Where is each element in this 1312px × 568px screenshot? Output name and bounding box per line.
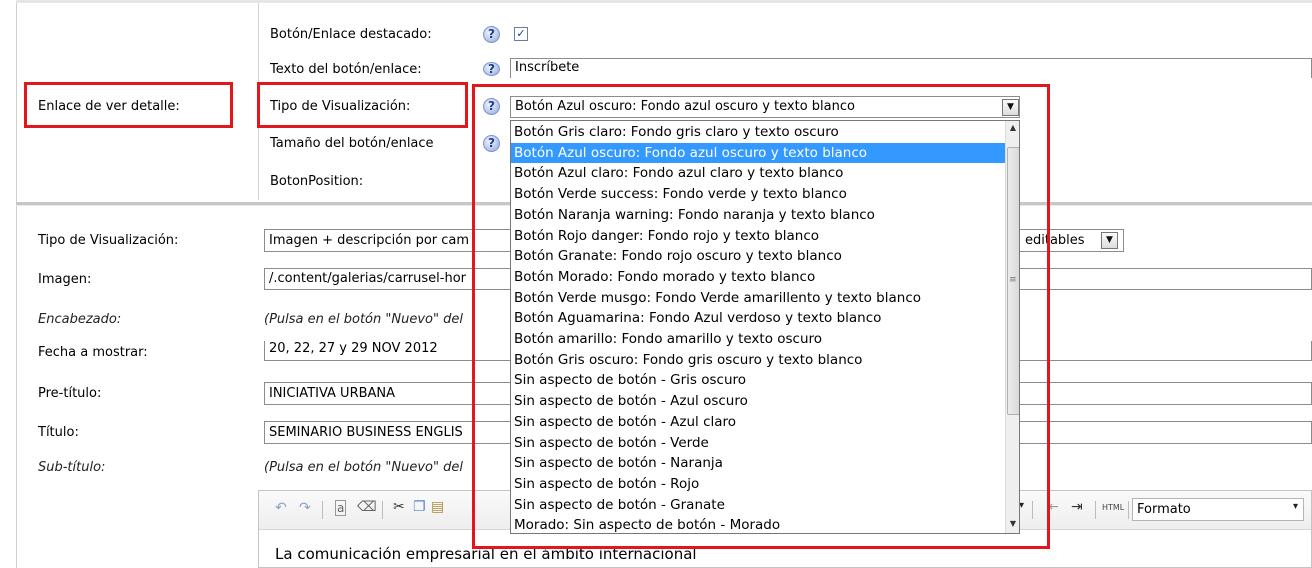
eraser-icon[interactable]: ⌫: [357, 499, 377, 515]
top-strip: [16, 0, 1312, 3]
title-value: SEMINARIO BUSINESS ENGLIS: [269, 425, 463, 440]
title-label: Título:: [38, 425, 79, 440]
left-border: [16, 0, 17, 568]
image-path-value: /.content/galerias/carrusel-hor: [269, 271, 466, 286]
main-display-type-value-start: Imagen + descripción por cam: [269, 233, 470, 248]
redo-icon[interactable]: ↷: [299, 500, 311, 516]
main-display-type-label: Tipo de Visualización:: [38, 233, 179, 248]
dropdown-highlight: [472, 84, 1050, 549]
find-replace-icon[interactable]: a: [335, 500, 347, 516]
button-position-label: BotonPosition:: [270, 174, 364, 189]
help-icon[interactable]: ?: [483, 26, 500, 43]
highlighted-label: Botón/Enlace destacado:: [270, 27, 432, 42]
heading-label: Encabezado:: [38, 312, 122, 327]
subtitle-hint: (Pulsa en el botón "Nuevo" del: [264, 460, 463, 475]
main-display-type-dropdown-arrow[interactable]: ▼: [1101, 232, 1118, 249]
toolbar-separator: [322, 501, 323, 519]
enlace-label-highlight: [24, 82, 233, 128]
heading-hint: (Pulsa en el botón "Nuevo" del: [264, 312, 463, 327]
toolbar-separator: [1128, 501, 1129, 519]
indent-icon[interactable]: ⇥: [1071, 499, 1083, 515]
display-type-label-highlight: [257, 82, 468, 128]
button-text-label: Texto del botón/enlace:: [270, 62, 422, 76]
format-select-value: Formato: [1137, 502, 1191, 517]
subtitle-label: Sub-título:: [38, 460, 106, 475]
pretitle-label: Pre-título:: [38, 386, 102, 401]
format-dropdown-icon[interactable]: ▾: [1293, 501, 1298, 512]
image-label: Imagen:: [38, 272, 92, 287]
button-size-label: Tamaño del botón/enlace: [270, 136, 434, 151]
date-label: Fecha a mostrar:: [38, 345, 148, 357]
html-source-button[interactable]: HTML: [1102, 503, 1124, 512]
copy-icon[interactable]: ❐: [413, 499, 426, 515]
cut-icon[interactable]: ✂: [393, 499, 405, 515]
pretitle-value: INICIATIVA URBANA: [269, 386, 396, 401]
toolbar-separator: [382, 501, 383, 519]
help-icon[interactable]: ?: [483, 62, 500, 76]
undo-icon[interactable]: ↶: [275, 500, 287, 516]
toolbar-separator: [1095, 501, 1096, 519]
button-text-value: Inscríbete: [515, 60, 580, 75]
paste-icon[interactable]: ▤: [431, 499, 444, 515]
button-text-input[interactable]: Inscríbete: [510, 58, 1312, 78]
highlighted-checkbox[interactable]: ✓: [514, 27, 528, 41]
format-select[interactable]: Formato: [1132, 498, 1304, 521]
date-value: 20, 22, 27 y 29 NOV 2012: [269, 341, 438, 356]
